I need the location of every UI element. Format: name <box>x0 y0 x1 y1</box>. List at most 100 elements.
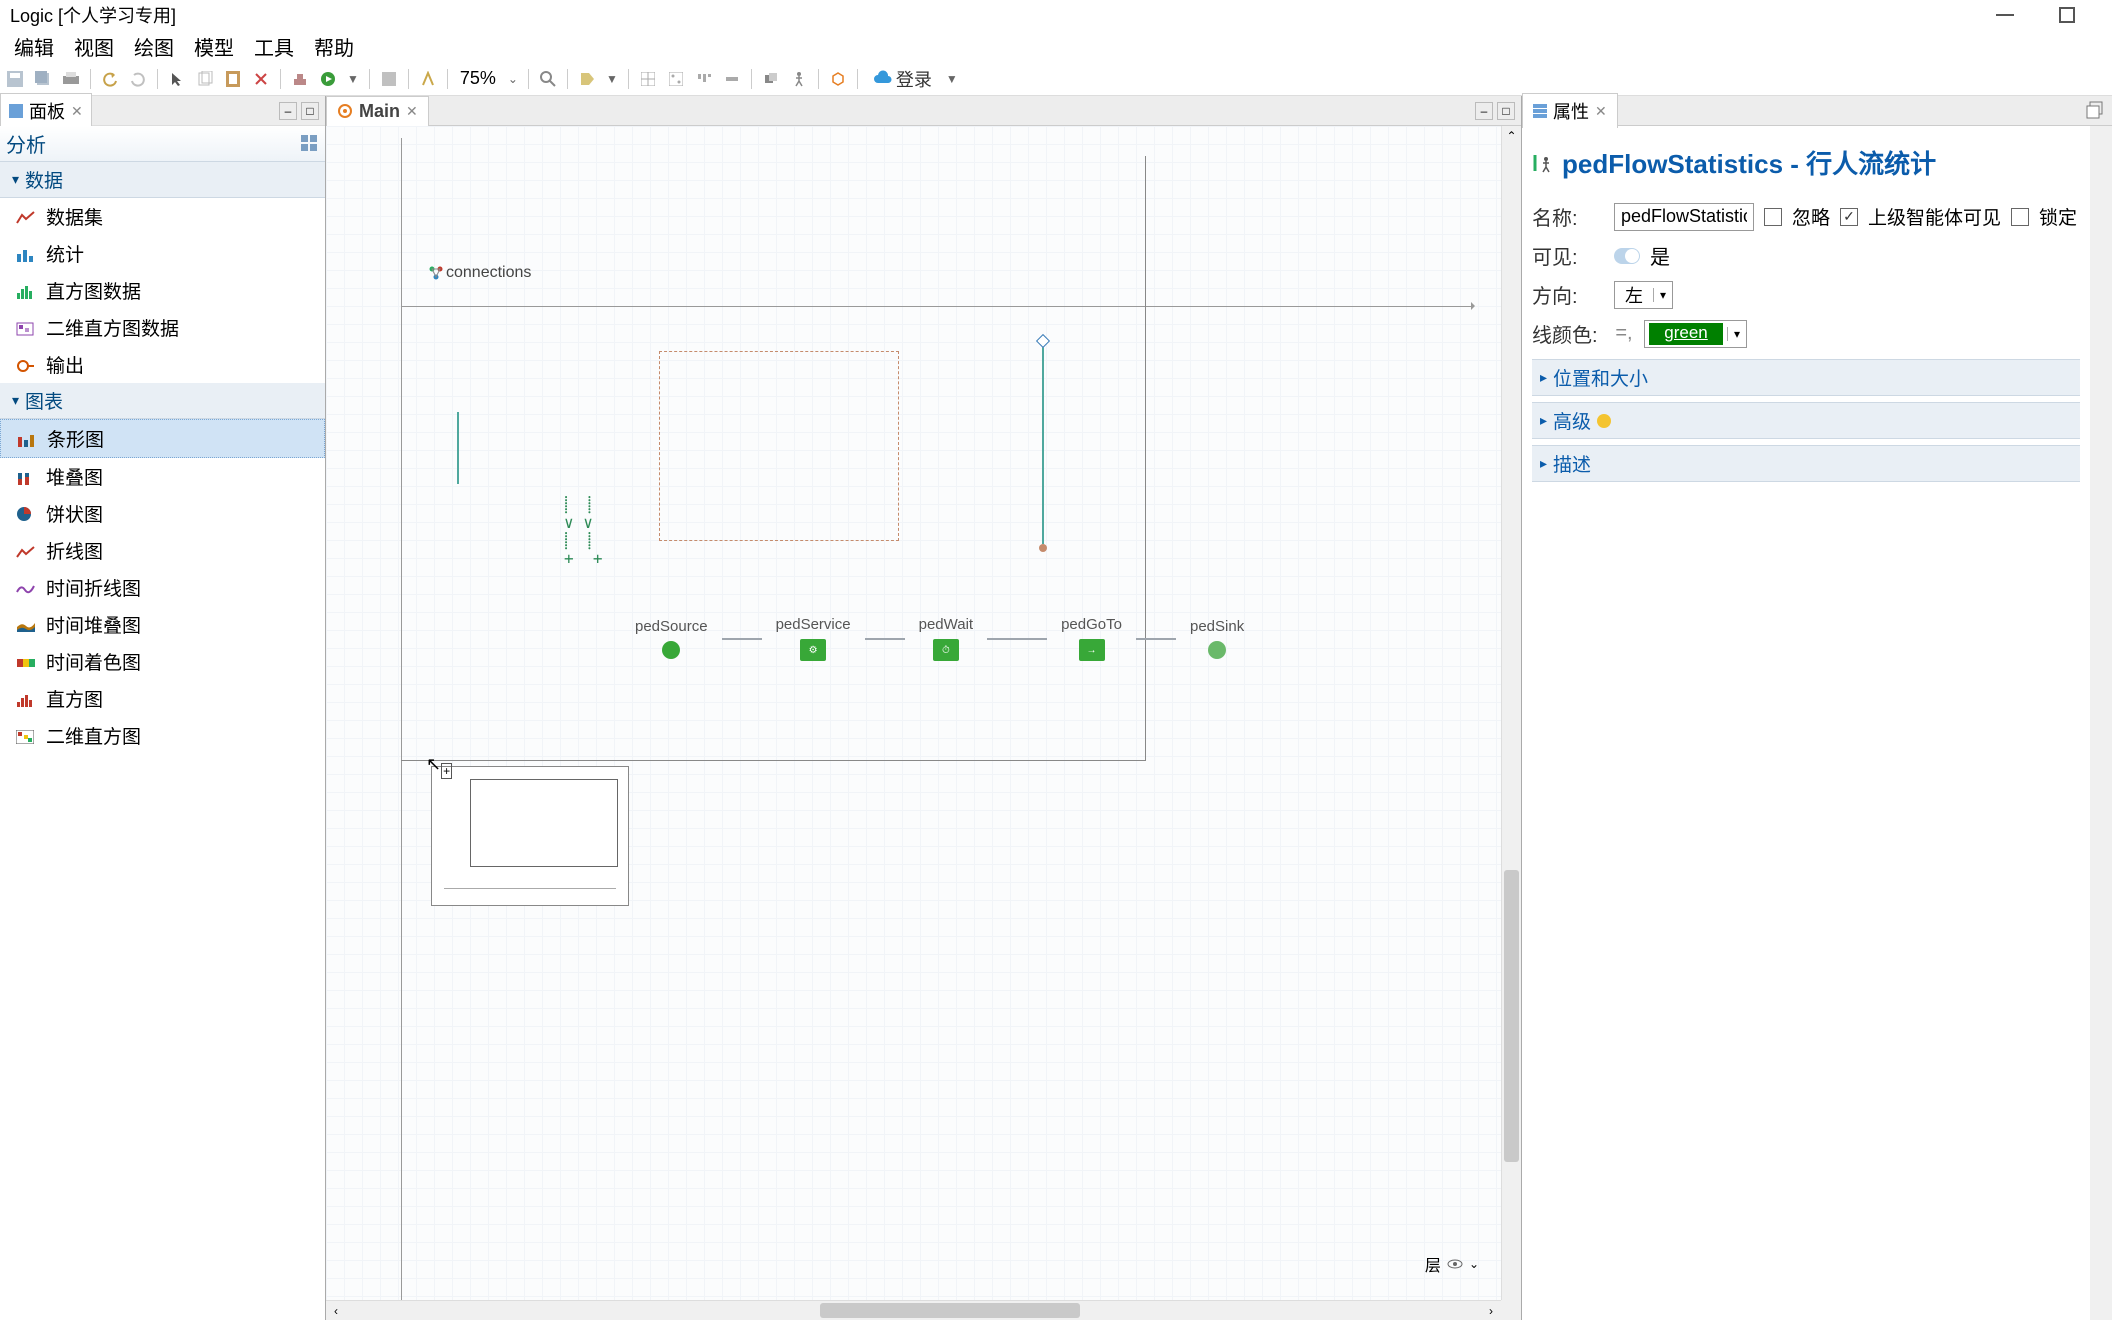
run-dropdown-icon[interactable]: ▼ <box>345 72 361 86</box>
palette-item-stack-chart[interactable]: 堆叠图 <box>0 458 325 495</box>
palette-item-dataset[interactable]: 数据集 <box>0 198 325 235</box>
name-input[interactable] <box>1614 203 1754 231</box>
palette-item-statistics[interactable]: 统计 <box>0 235 325 272</box>
cloud-icon <box>872 69 892 89</box>
properties-icon <box>1533 104 1547 118</box>
run-icon[interactable] <box>317 68 339 90</box>
direction-select[interactable]: 左▾ <box>1614 281 1673 309</box>
menu-edit[interactable]: 编辑 <box>4 28 64 65</box>
menu-draw[interactable]: 绘图 <box>124 28 184 65</box>
palette-group-data[interactable]: ▾数据 <box>0 162 325 198</box>
block-pedwait[interactable]: pedWait ⏱ <box>919 616 973 661</box>
palette-item-hist2d-data[interactable]: 二维直方图数据 <box>0 309 325 346</box>
ignore-label: 忽略 <box>1792 203 1830 230</box>
properties-tab[interactable]: 属性 ✕ <box>1522 93 1618 128</box>
highlight-icon[interactable] <box>417 68 439 90</box>
block-pedsink[interactable]: pedSink <box>1190 618 1244 659</box>
palette-item-pie-chart[interactable]: 饼状图 <box>0 495 325 532</box>
login-dropdown-icon[interactable]: ▼ <box>944 72 960 86</box>
editor-canvas[interactable]: connections ⸽ ⸽ ∨ ∨ ⸽ ⸽ + + pedSource pe… <box>326 126 1501 1300</box>
palette-item-time-stack[interactable]: 时间堆叠图 <box>0 606 325 643</box>
process-flow: pedSource pedService ⚙ pedWait ⏱ <box>621 616 1258 661</box>
undo-icon[interactable] <box>99 68 121 90</box>
block-pedsource[interactable]: pedSource <box>635 618 708 659</box>
lock-checkbox[interactable] <box>2011 208 2029 226</box>
palette-tab[interactable]: 面板 ✕ <box>0 93 92 128</box>
search-icon[interactable] <box>537 68 559 90</box>
line-color-select[interactable]: green▾ <box>1644 320 1747 348</box>
front-icon[interactable] <box>760 68 782 90</box>
visible-toggle[interactable] <box>1614 248 1640 264</box>
stop-icon[interactable] <box>378 68 400 90</box>
zoom-level[interactable]: 75% <box>456 68 500 89</box>
editor-area: Main ✕ – □ connections ⸽ ⸽ ∨ ∨ ⸽ ⸽ + + <box>326 96 1522 1320</box>
static-value-icon[interactable]: =, <box>1614 322 1634 345</box>
tag-dropdown-icon[interactable]: ▼ <box>604 72 620 86</box>
build-icon[interactable] <box>289 68 311 90</box>
login-button[interactable]: 登录 <box>866 66 938 92</box>
space-markup-rect[interactable] <box>659 351 899 541</box>
align-vertical-icon[interactable] <box>721 68 743 90</box>
editor-tab-main[interactable]: Main ✕ <box>326 96 429 126</box>
pointer-icon[interactable] <box>166 68 188 90</box>
menu-view[interactable]: 视图 <box>64 28 124 65</box>
palette-item-histogram2d[interactable]: 二维直方图 <box>0 717 325 754</box>
minimize-panel-button[interactable]: – <box>279 102 297 120</box>
flow-stat-handle-bottom[interactable] <box>1039 544 1047 552</box>
close-icon[interactable]: ✕ <box>406 103 418 120</box>
snap-icon[interactable] <box>665 68 687 90</box>
minimize-editor-button[interactable]: – <box>1475 102 1493 120</box>
palette-menu-icon[interactable] <box>301 135 319 153</box>
palette-item-hist-data[interactable]: 直方图数据 <box>0 272 325 309</box>
flow-stat-icon <box>1532 152 1554 174</box>
maximize-panel-button[interactable]: □ <box>301 102 319 120</box>
target-line-1[interactable] <box>457 412 459 484</box>
align-horizontal-icon[interactable] <box>693 68 715 90</box>
redo-icon[interactable] <box>127 68 149 90</box>
close-icon[interactable]: ✕ <box>71 103 83 120</box>
section-position-size[interactable]: ▸位置和大小 <box>1532 359 2080 396</box>
paste-icon[interactable] <box>222 68 244 90</box>
delete-icon[interactable] <box>250 68 272 90</box>
close-icon[interactable]: ✕ <box>1595 103 1607 120</box>
palette-header[interactable]: 分析 <box>0 126 325 162</box>
zoom-dropdown-icon[interactable]: ⌄ <box>506 72 520 86</box>
pedestrian-icon[interactable] <box>788 68 810 90</box>
palette-item-bar-chart[interactable]: 条形图 <box>0 419 325 458</box>
menu-model[interactable]: 模型 <box>184 28 244 65</box>
save-icon[interactable] <box>4 68 26 90</box>
3d-icon[interactable] <box>827 68 849 90</box>
tag-icon[interactable] <box>576 68 598 90</box>
connections-label[interactable]: connections <box>446 264 531 282</box>
menu-tools[interactable]: 工具 <box>244 28 304 65</box>
section-advanced[interactable]: ▸高级 <box>1532 402 2080 439</box>
visible-to-parent-label: 上级智能体可见 <box>1868 203 2001 230</box>
section-description[interactable]: ▸描述 <box>1532 445 2080 482</box>
maximize-editor-button[interactable]: □ <box>1497 102 1515 120</box>
ped-flow-statistics-line[interactable] <box>1042 344 1044 544</box>
properties-scrollbar[interactable] <box>2090 126 2112 1320</box>
menu-help[interactable]: 帮助 <box>304 28 364 65</box>
bar-chart-drag-preview[interactable] <box>431 766 629 906</box>
copy-icon[interactable] <box>194 68 216 90</box>
editor-horizontal-scrollbar[interactable]: ‹› <box>326 1300 1501 1320</box>
print-icon[interactable] <box>60 68 82 90</box>
editor-vertical-scrollbar[interactable]: ⌃ <box>1501 126 1521 1300</box>
window-maximize-button[interactable] <box>2052 5 2082 25</box>
palette-item-time-line[interactable]: 时间折线图 <box>0 569 325 606</box>
visible-to-parent-checkbox[interactable] <box>1840 208 1858 226</box>
restore-panel-button[interactable] <box>2086 101 2106 121</box>
window-minimize-button[interactable] <box>1990 5 2020 25</box>
block-pedgoto[interactable]: pedGoTo → <box>1061 616 1122 661</box>
ignore-checkbox[interactable] <box>1764 208 1782 226</box>
palette-group-charts[interactable]: ▾图表 <box>0 383 325 419</box>
palette-item-histogram[interactable]: 直方图 <box>0 680 325 717</box>
palette-item-line-chart[interactable]: 折线图 <box>0 532 325 569</box>
save-all-icon[interactable] <box>32 68 54 90</box>
service-markup[interactable]: ⸽ ⸽ ∨ ∨ ⸽ ⸽ + + <box>564 496 603 568</box>
palette-item-output[interactable]: 输出 <box>0 346 325 383</box>
palette-item-time-color[interactable]: 时间着色图 <box>0 643 325 680</box>
block-pedservice[interactable]: pedService ⚙ <box>776 616 851 661</box>
layer-indicator[interactable]: 层 ⌄ <box>1425 1252 1479 1276</box>
grid-icon[interactable] <box>637 68 659 90</box>
